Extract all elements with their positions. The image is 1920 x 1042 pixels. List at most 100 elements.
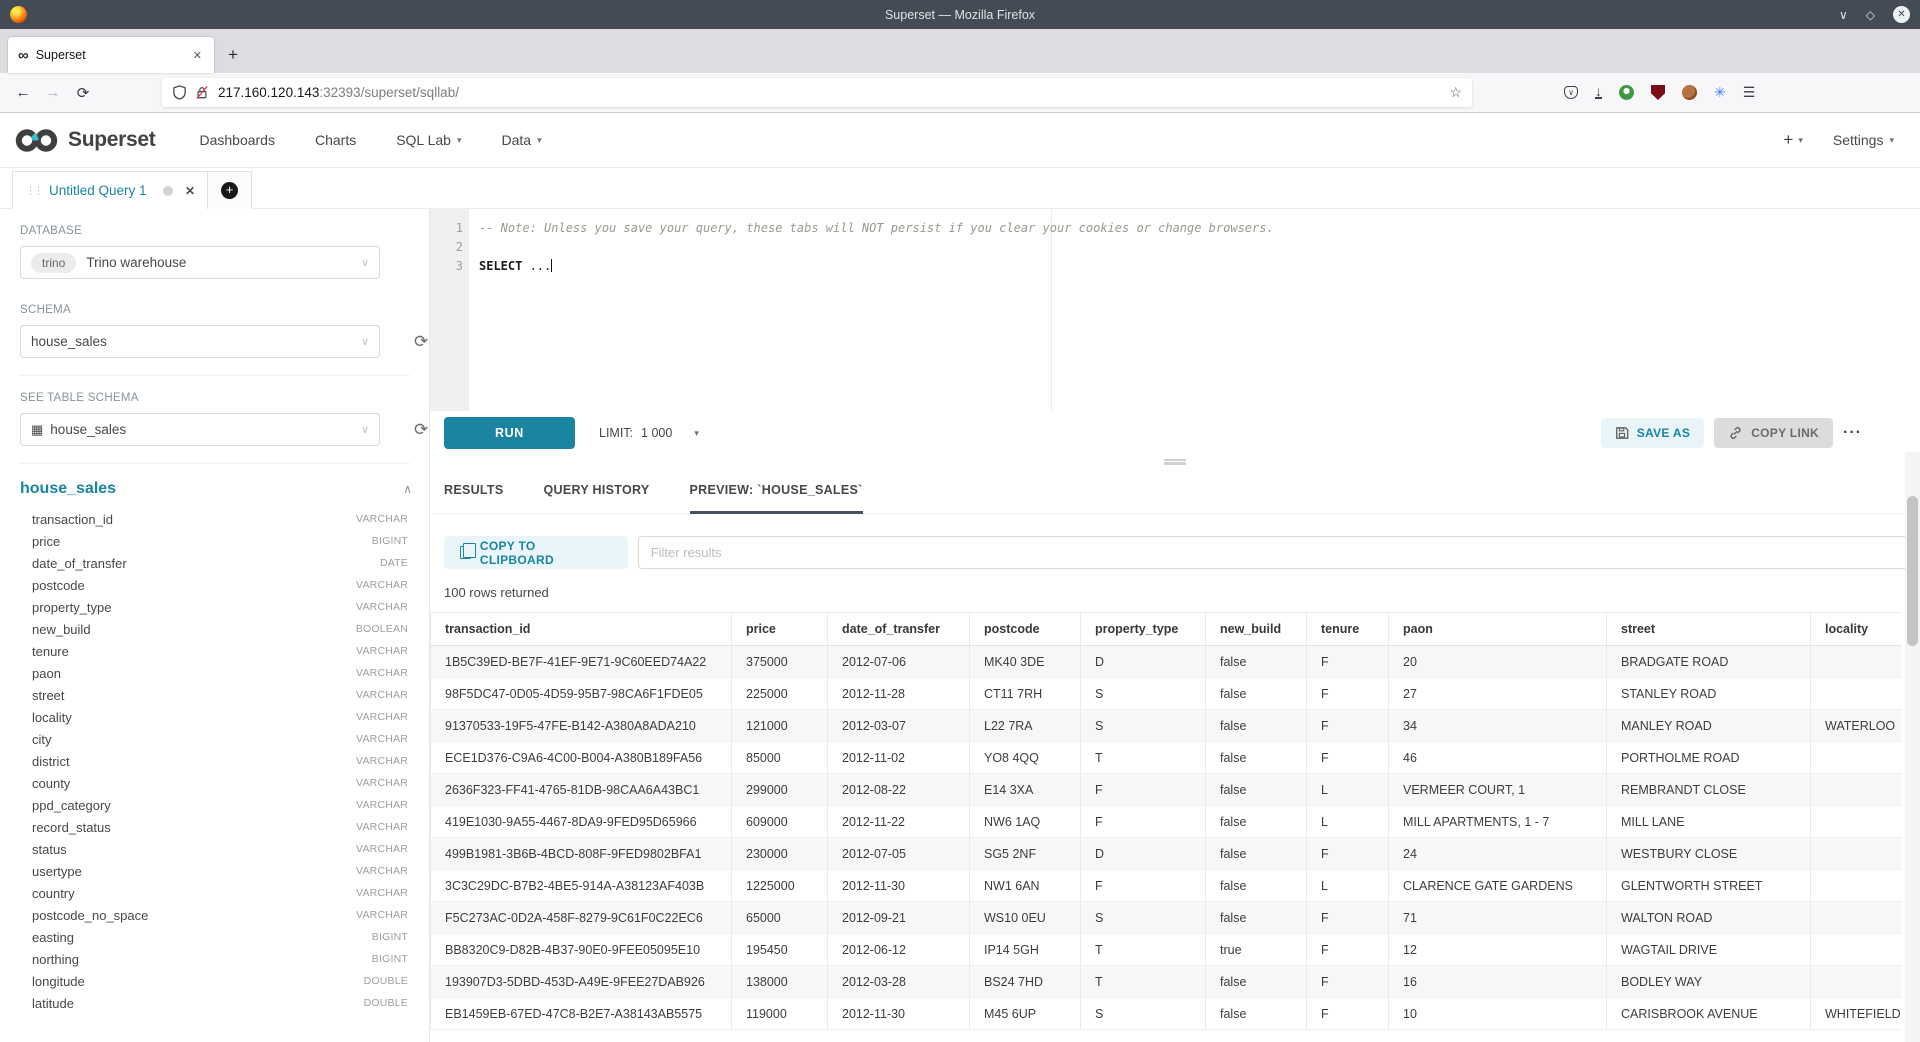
sql-editor[interactable]: 1 2 3 -- Note: Unless you save your quer… [430,209,1920,411]
results-tab[interactable]: RESULTS [444,469,504,514]
nav-dashboards[interactable]: Dashboards [199,132,275,148]
new-browser-tab-button[interactable]: + [228,45,238,65]
new-item-button[interactable]: +▾ [1783,130,1802,150]
chevron-up-icon[interactable]: ∧ [403,482,412,496]
table-cell: NW6 1AQ [970,806,1081,837]
results-tab[interactable]: QUERY HISTORY [544,469,650,514]
table-row: ECE1D376-C9A6-4C00-B004-A380B189FA568500… [430,742,1901,774]
table-cell: CLARENCE GATE GARDENS [1389,870,1607,901]
table-header-cell[interactable]: property_type [1081,613,1206,645]
scrollbar-thumb[interactable] [1907,496,1918,646]
browser-tab[interactable]: ∞ Superset ✕ [8,37,214,73]
table-header-cell[interactable]: price [732,613,828,645]
nav-charts[interactable]: Charts [315,132,356,148]
schema-column-row: districtVARCHAR [20,750,408,772]
text-cursor [551,259,552,272]
table-name-heading[interactable]: house_sales [20,480,403,498]
table-cell: 16 [1389,966,1607,997]
reload-button[interactable]: ⟳ [68,84,98,102]
settings-menu[interactable]: Settings▾ [1833,132,1894,148]
ublock-icon[interactable] [1651,85,1665,100]
table-cell: WHITEFIELD [1811,998,1901,1029]
column-name: locality [32,710,356,725]
schema-column-row: postcode_no_spaceVARCHAR [20,904,408,926]
superset-logo[interactable]: Superset [14,127,155,154]
table-cell: REMBRANDT CLOSE [1607,774,1811,805]
query-tab-untitled-1[interactable]: ⋮⋮ Untitled Query 1 ✕ [12,171,208,209]
drag-handle-icon[interactable]: ⋮⋮ [25,184,41,197]
table-cell: MILL LANE [1607,806,1811,837]
copy-to-clipboard-button[interactable]: COPY TO CLIPBOARD [444,536,628,569]
table-cell: false [1206,678,1307,709]
table-cell: 2012-07-06 [828,646,970,677]
table-header-cell[interactable]: transaction_id [430,613,732,645]
table-cell [1811,646,1901,677]
insecure-lock-icon[interactable] [195,85,209,100]
pane-splitter[interactable] [430,455,1920,469]
table-cell: NW1 6AN [970,870,1081,901]
refresh-schema-icon[interactable]: ⟳ [414,332,428,352]
column-name: record_status [32,820,356,835]
window-maximize-icon[interactable]: ◇ [1866,8,1875,22]
url-bar[interactable]: 217.160.120.143:32393/superset/sqllab/ ☆ [162,78,1472,107]
menu-hamburger-icon[interactable]: ☰ [1743,84,1756,101]
pocket-icon[interactable]: ∨ [1564,86,1578,99]
table-header-cell[interactable]: street [1607,613,1811,645]
editor-code[interactable]: -- Note: Unless you save your query, the… [469,209,1920,411]
bookmark-star-icon[interactable]: ☆ [1449,84,1462,101]
copy-link-button[interactable]: COPY LINK [1714,418,1833,448]
table-cell: 20 [1389,646,1607,677]
filter-results-input[interactable] [638,536,1920,569]
results-tab[interactable]: PREVIEW: `HOUSE_SALES` [690,469,863,514]
table-cell [1811,966,1901,997]
shield-icon[interactable] [172,85,187,100]
database-value: Trino warehouse [86,255,186,270]
run-button[interactable]: RUN [444,417,575,449]
table-header-cell[interactable]: date_of_transfer [828,613,970,645]
forward-button[interactable]: → [38,84,68,101]
table-header-cell[interactable]: tenure [1307,613,1389,645]
table-header-cell[interactable]: locality [1811,613,1901,645]
browser-tabstrip: ∞ Superset ✕ + [0,29,1920,73]
cookie-extension-icon[interactable] [1682,85,1697,100]
column-name: northing [32,952,372,967]
schema-column-row: usertypeVARCHAR [20,860,408,882]
table-cell: WS10 0EU [970,902,1081,933]
schema-column-row: countryVARCHAR [20,882,408,904]
downloads-icon[interactable]: ↓ [1595,86,1602,99]
table-cell [1811,934,1901,965]
table-cell: GLENTWORTH STREET [1607,870,1811,901]
table-header-cell[interactable]: postcode [970,613,1081,645]
table-schema-select[interactable]: ▦ house_sales ∨ [20,413,380,446]
table-cell: STANLEY ROAD [1607,678,1811,709]
table-cell: 195450 [732,934,828,965]
window-minimize-icon[interactable]: ∨ [1839,8,1848,22]
table-cell: 12 [1389,934,1607,965]
more-options-button[interactable]: ··· [1843,424,1862,442]
table-header-cell[interactable]: new_build [1206,613,1307,645]
table-cell: F [1307,646,1389,677]
window-close-icon[interactable]: ✕ [1893,6,1910,23]
nav-sql-lab[interactable]: SQL Lab▾ [396,132,461,148]
table-cell: SG5 2NF [970,838,1081,869]
tab-close-icon[interactable]: ✕ [189,47,206,64]
mask-extension-icon[interactable] [1619,85,1634,100]
column-type: VARCHAR [356,645,408,657]
table-cell: 230000 [732,838,828,869]
query-tab-close-icon[interactable]: ✕ [185,184,195,198]
column-type: VARCHAR [356,887,408,899]
schema-select[interactable]: house_sales ∨ [20,325,380,358]
nav-data[interactable]: Data▾ [501,132,541,148]
add-query-tab-button[interactable]: + [208,171,252,209]
table-header-cell[interactable]: paon [1389,613,1607,645]
save-as-button[interactable]: SAVE AS [1601,418,1704,448]
back-button[interactable]: ← [8,84,38,101]
table-row: BB8320C9-D82B-4B37-90E0-9FEE05095E101954… [430,934,1901,966]
column-name: district [32,754,356,769]
limit-dropdown[interactable]: LIMIT: 1 000 ▾ [599,426,699,440]
asterisk-extension-icon[interactable]: ✳ [1714,84,1726,101]
refresh-table-icon[interactable]: ⟳ [414,420,428,440]
column-name: city [32,732,356,747]
database-select[interactable]: trino Trino warehouse ∨ [20,246,380,279]
table-cell: false [1206,774,1307,805]
